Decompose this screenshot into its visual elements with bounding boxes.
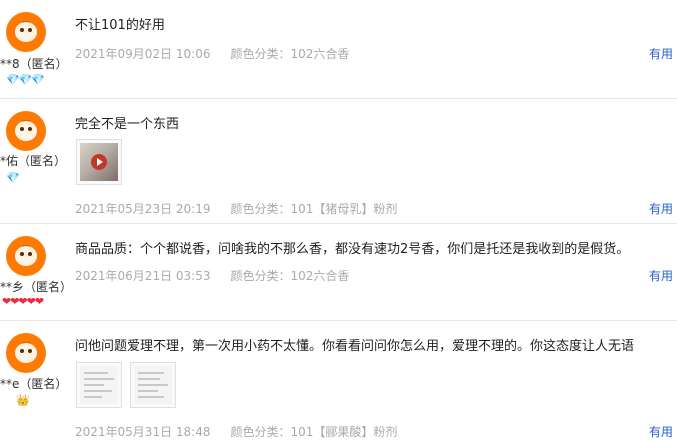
avatar[interactable] — [6, 12, 46, 52]
review-item: **乡（匿名） ❤❤❤❤❤ 商品品质：个个都说香，问啥我的不那么香，都没有速功2… — [0, 224, 677, 321]
reviewer-name: *佑（匿名） — [0, 154, 67, 168]
review-text: 商品品质：个个都说香，问啥我的不那么香，都没有速功2号香，你们是托还是我收到的是… — [75, 242, 630, 257]
review-text: 问他问题爱理不理，第一次用小药不太懂。你看看问问你怎么用，爱理不理的。你这态度让… — [75, 339, 635, 354]
review-image-thumbnail[interactable] — [130, 362, 176, 408]
review-meta: 2021年09月02日 10:06 颜色分类：102六合香 — [75, 45, 349, 62]
play-icon — [91, 154, 107, 170]
useful-button[interactable]: 有用 — [649, 423, 673, 440]
review-item: *佑（匿名） 💎 完全不是一个东西 2021年05月23日 20:19 颜色分类：… — [0, 99, 677, 224]
reviewer-name: **乡（匿名） — [0, 280, 73, 294]
useful-button[interactable]: 有用 — [649, 267, 673, 284]
review-item: **e（匿名） 👑 问他问题爱理不理，第一次用小药不太懂。你看看问问你怎么用，爱… — [0, 321, 677, 440]
video-thumbnail[interactable] — [76, 139, 122, 185]
review-meta: 2021年06月21日 03:53 颜色分类：102六合香 — [75, 267, 349, 284]
review-date: 2021年06月21日 03:53 — [75, 269, 211, 283]
avatar[interactable] — [6, 236, 46, 276]
review-date: 2021年05月31日 18:48 — [75, 425, 211, 439]
review-meta: 2021年05月31日 18:48 颜色分类：101【郦果酸】粉剂 — [75, 423, 397, 440]
review-sku: 颜色分类：102六合香 — [230, 47, 350, 61]
review-date: 2021年09月02日 10:06 — [75, 47, 211, 61]
reviewer-name: **8（匿名） — [0, 57, 68, 71]
reviewer-name: **e（匿名） — [0, 377, 68, 391]
review-text: 不让101的好用 — [75, 18, 165, 33]
review-text: 完全不是一个东西 — [75, 117, 180, 132]
review-date: 2021年05月23日 20:19 — [75, 202, 211, 216]
review-item: **8（匿名） 💎💎💎 不让101的好用 2021年09月02日 10:06 颜色… — [0, 0, 677, 99]
avatar[interactable] — [6, 333, 46, 373]
diamond-badge-icon: 💎 — [6, 171, 20, 184]
avatar[interactable] — [6, 111, 46, 151]
crown-badge-icon: 👑 — [16, 394, 30, 407]
review-meta: 2021年05月23日 20:19 颜色分类：101【猪母乳】粉剂 — [75, 200, 397, 217]
review-image-thumbnail[interactable] — [76, 362, 122, 408]
useful-button[interactable]: 有用 — [649, 200, 673, 217]
review-sku: 颜色分类：102六合香 — [230, 269, 350, 283]
useful-button[interactable]: 有用 — [649, 45, 673, 62]
review-sku: 颜色分类：101【郦果酸】粉剂 — [230, 425, 398, 439]
review-sku: 颜色分类：101【猪母乳】粉剂 — [230, 202, 398, 216]
diamond-badge-icon: 💎💎💎 — [6, 73, 45, 86]
heart-badge-icon: ❤❤❤❤❤ — [2, 295, 44, 308]
